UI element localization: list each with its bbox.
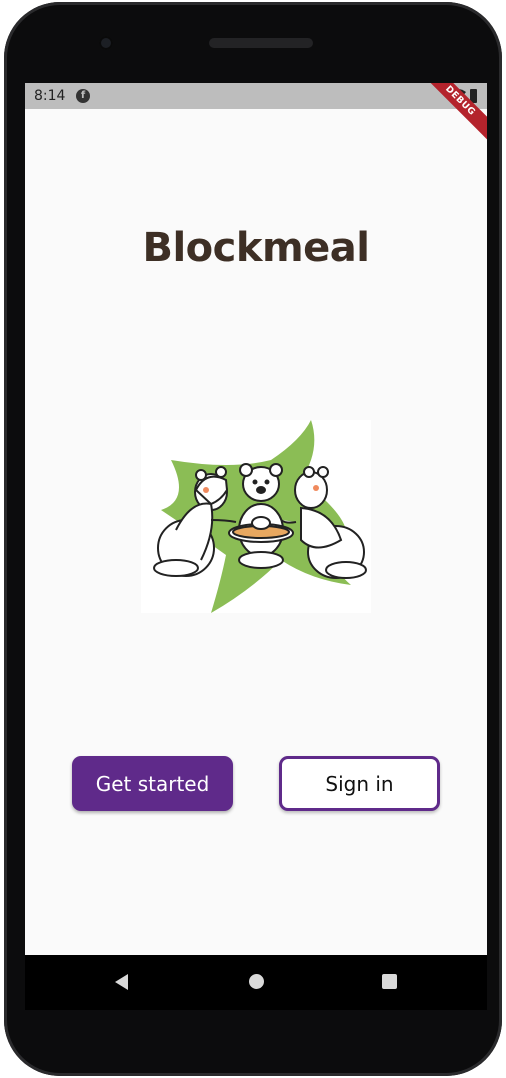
get-started-button[interactable]: Get started <box>72 756 233 811</box>
app-title: Blockmeal <box>142 225 370 271</box>
front-camera <box>99 36 113 50</box>
status-bar: 8:14 f <box>25 83 487 109</box>
back-icon[interactable] <box>115 974 128 990</box>
sign-in-button[interactable]: Sign in <box>279 756 440 811</box>
status-time: 8:14 <box>34 88 66 104</box>
app-screen: 8:14 f DEBUG Blockmeal Get started Sign … <box>25 83 487 955</box>
flutter-notification-icon: f <box>76 89 90 103</box>
earpiece-speaker <box>209 38 313 48</box>
system-nav-bar <box>25 955 487 1010</box>
recents-icon[interactable] <box>382 974 397 989</box>
home-icon[interactable] <box>249 974 264 989</box>
three-animals-eating-illustration <box>141 420 371 613</box>
